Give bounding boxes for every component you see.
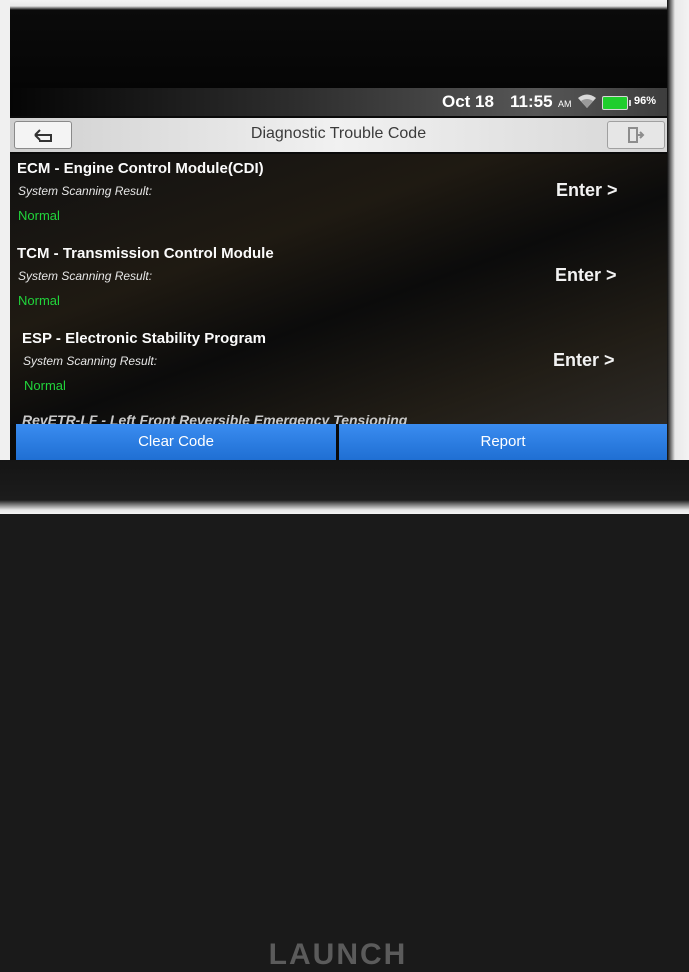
list-item: TCM - Transmission Control Module System… [10, 245, 667, 329]
enter-button[interactable]: Enter > [556, 180, 618, 201]
status-time: 11:55 [510, 92, 553, 111]
exit-button[interactable] [607, 121, 665, 149]
page-title: Diagnostic Trouble Code [250, 125, 427, 142]
module-sub: System Scanning Result: [18, 269, 153, 283]
battery-percent: 96% [634, 95, 657, 107]
module-status: Normal [24, 378, 66, 393]
device-bezel-bottom: LAUNCH [0, 460, 689, 971]
enter-button[interactable]: Enter > [555, 265, 617, 286]
back-arrow-icon [29, 125, 57, 150]
exit-icon [627, 126, 645, 149]
module-name: ESP - Electronic Stability Program [22, 330, 266, 347]
battery-icon [602, 96, 631, 110]
module-sub: System Scanning Result: [23, 354, 158, 368]
wifi-icon [577, 93, 597, 114]
status-ampm: AM [558, 99, 572, 109]
module-name: ECM - Engine Control Module(CDI) [17, 160, 264, 177]
report-button[interactable]: Report [339, 424, 667, 460]
status-bar: Oct 18 11:55 AM 96% [10, 88, 667, 116]
bottom-bar: Clear Code Report [16, 424, 667, 460]
module-name-partial: RevETR-LF - Left Front Reversible Emerge… [22, 412, 408, 424]
device-bezel-right [667, 0, 689, 514]
back-button[interactable] [14, 121, 72, 149]
module-status: Normal [18, 208, 60, 223]
module-status: Normal [18, 293, 60, 308]
device-screen: Oct 18 11:55 AM 96% Diagnostic Trouble C… [10, 88, 667, 460]
list-item: ESP - Electronic Stability Program Syste… [10, 330, 667, 414]
list-item: ECM - Engine Control Module(CDI) System … [10, 160, 667, 244]
status-date: Oct 18 [442, 92, 494, 111]
title-bar: Diagnostic Trouble Code [10, 118, 667, 152]
device-bezel-top [0, 0, 689, 88]
clear-code-button[interactable]: Clear Code [16, 424, 336, 460]
brand-logo: LAUNCH [268, 938, 408, 971]
module-name: TCM - Transmission Control Module [17, 245, 274, 262]
module-list: ECM - Engine Control Module(CDI) System … [10, 154, 667, 424]
device-bezel-left [0, 0, 10, 514]
module-sub: System Scanning Result: [18, 184, 153, 198]
enter-button[interactable]: Enter > [553, 350, 615, 371]
